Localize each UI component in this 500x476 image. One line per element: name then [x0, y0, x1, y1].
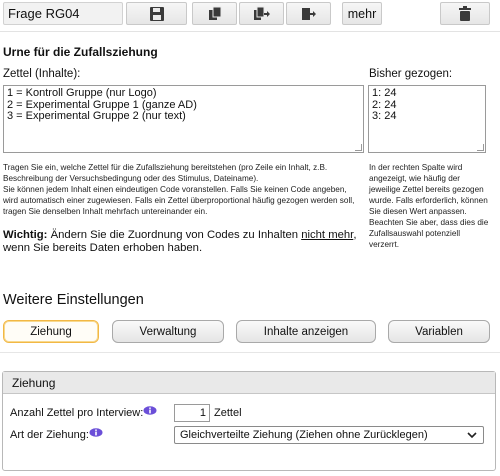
toolbar-divider	[0, 31, 500, 32]
warning-pre: Ändern Sie die Zuordnung von Codes zu In…	[47, 229, 302, 241]
tab-label: Ziehung	[30, 325, 72, 338]
resize-grip-icon[interactable]	[477, 144, 484, 151]
drawn-line: 1: 24	[372, 87, 397, 99]
urn-title: Urne für die Zufallsziehung	[3, 45, 158, 59]
tab-ziehung[interactable]: Ziehung	[3, 320, 99, 343]
copy-to-icon	[253, 6, 270, 20]
copy-to-button[interactable]	[239, 2, 284, 25]
tab-inhalte-anzeigen[interactable]: Inhalte anzeigen	[236, 320, 376, 343]
item-line: 1 = Kontroll Gruppe (nur Logo)	[7, 87, 157, 99]
move-to-icon	[301, 7, 316, 20]
duplicate-icon	[208, 6, 221, 20]
count-label: Anzahl Zettel pro Interview:	[10, 407, 144, 419]
draw-mode-select[interactable]: Gleichverteilte Ziehung (Ziehen ohne Zur…	[174, 426, 484, 444]
warning-text: Wichtig: Ändern Sie die Zuordnung von Co…	[3, 229, 365, 255]
chevron-down-icon	[467, 432, 477, 439]
help-paragraph: Tragen Sie ein, welche Zettel für die Zu…	[3, 163, 328, 183]
items-textarea[interactable]: 1 = Kontroll Gruppe (nur Logo) 2 = Exper…	[3, 85, 364, 153]
more-button[interactable]: mehr	[342, 2, 382, 25]
resize-grip-icon[interactable]	[355, 144, 362, 151]
tab-verwaltung[interactable]: Verwaltung	[112, 320, 224, 343]
delete-button[interactable]	[440, 2, 490, 25]
info-icon[interactable]	[143, 406, 157, 415]
tab-label: Inhalte anzeigen	[263, 325, 349, 338]
tabs-divider	[0, 352, 500, 353]
duplicate-button[interactable]	[192, 2, 237, 25]
toolbar: Frage RG04 mehr	[0, 0, 500, 30]
drawn-line: 3: 24	[372, 110, 397, 122]
save-button[interactable]	[126, 2, 187, 25]
items-help-text: Tragen Sie ein, welche Zettel für die Zu…	[3, 162, 363, 217]
settings-title: Weitere Einstellungen	[3, 292, 144, 308]
tab-label: Variablen	[415, 325, 463, 338]
warning-underline: nicht mehr	[301, 229, 354, 241]
drawn-counts-textarea[interactable]: 1: 24 2: 24 3: 24	[368, 85, 486, 153]
help-paragraph: Sie können jedem Inhalt einen eindeutige…	[3, 185, 355, 216]
question-id-field[interactable]: Frage RG04	[3, 2, 123, 25]
mode-label: Art der Ziehung:	[10, 429, 89, 441]
draw-mode-value: Gleichverteilte Ziehung (Ziehen ohne Zur…	[180, 429, 428, 441]
trash-icon	[459, 5, 471, 21]
floppy-disk-icon	[149, 6, 164, 21]
tab-variablen[interactable]: Variablen	[388, 320, 490, 343]
count-unit: Zettel	[214, 407, 242, 419]
info-icon[interactable]	[89, 428, 103, 437]
panel-title: Ziehung	[3, 372, 495, 394]
drawn-label: Bisher gezogen:	[369, 68, 453, 80]
tab-label: Verwaltung	[139, 325, 197, 338]
drawn-help-text: In der rechten Spalte wird angezeigt, wi…	[369, 163, 489, 249]
warning-bold: Wichtig:	[3, 229, 48, 241]
item-line: 3 = Experimental Gruppe 2 (nur text)	[7, 110, 186, 122]
count-input[interactable]: 1	[174, 404, 210, 422]
draw-settings-panel: Ziehung Anzahl Zettel pro Interview: 1 Z…	[2, 371, 496, 471]
more-button-label: mehr	[347, 6, 377, 21]
move-to-button[interactable]	[286, 2, 331, 25]
items-label: Zettel (Inhalte):	[3, 68, 81, 80]
